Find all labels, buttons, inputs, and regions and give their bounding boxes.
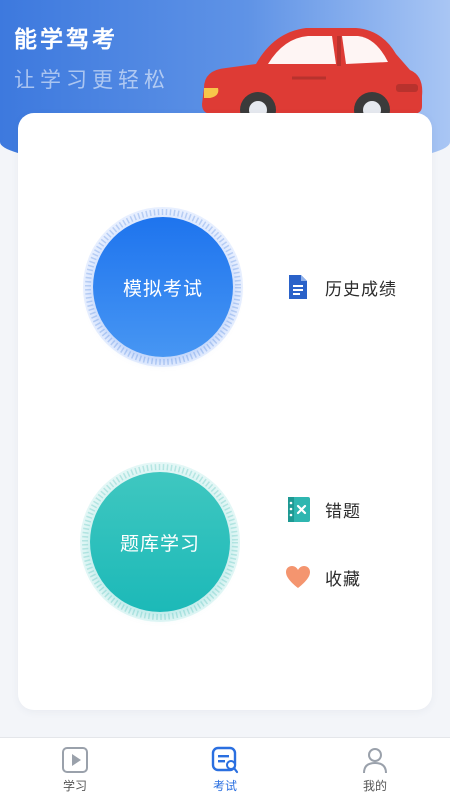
tab-study[interactable]: 学习: [35, 738, 115, 801]
app-slogan: 让学习更轻松: [14, 68, 170, 92]
play-icon: [62, 747, 88, 773]
main-card: 模拟考试 历史成绩 题库学习 错题 收藏: [18, 113, 432, 710]
tab-exam[interactable]: 考试: [185, 738, 265, 801]
question-bank-circle: 题库学习: [77, 459, 243, 625]
mock-exam-circle: 模拟考试: [80, 204, 246, 370]
history-scores-link[interactable]: 历史成绩: [285, 272, 397, 302]
history-scores-label: 历史成绩: [325, 279, 397, 300]
mock-exam-label: 模拟考试: [122, 277, 203, 300]
wrong-questions-label: 错题: [325, 501, 361, 522]
question-bank-button[interactable]: 题库学习: [90, 472, 230, 612]
red-car-illustration: [202, 28, 423, 128]
document-icon: [289, 275, 307, 299]
question-bank-label: 题库学习: [119, 532, 200, 555]
exam-icon: [211, 746, 239, 774]
favorites-label: 收藏: [325, 569, 361, 590]
tab-study-label: 学习: [62, 779, 87, 793]
favorites-link[interactable]: 收藏: [285, 562, 361, 592]
mock-exam-button[interactable]: 模拟考试: [93, 217, 233, 357]
notebook-x-icon: [288, 497, 310, 522]
bottom-tab-bar: 学习 考试 我的: [0, 737, 450, 801]
tab-mine[interactable]: 我的: [335, 738, 415, 801]
app-title: 能学驾考: [14, 27, 118, 53]
tab-exam-label: 考试: [212, 779, 237, 793]
user-icon: [363, 748, 387, 774]
heart-icon: [286, 566, 310, 588]
tab-mine-label: 我的: [362, 779, 387, 793]
wrong-questions-link[interactable]: 错题: [285, 494, 361, 524]
